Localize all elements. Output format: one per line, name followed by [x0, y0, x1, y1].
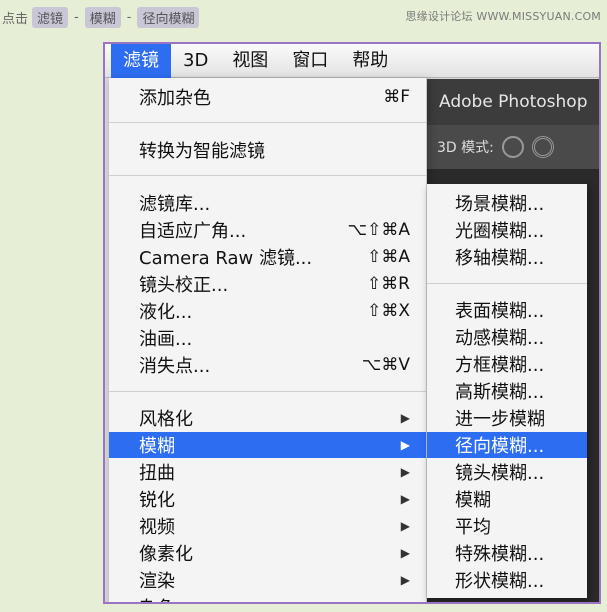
- submenu-item-tilt-shift[interactable]: 移轴模糊...: [427, 244, 587, 270]
- menu-divider: [109, 391, 426, 392]
- menu-item-distort[interactable]: 扭曲 ▶: [109, 459, 426, 485]
- instruction-separator: -: [126, 9, 132, 25]
- 3d-orbit-icon[interactable]: [501, 136, 524, 158]
- submenu-arrow-icon: ▶: [400, 411, 410, 425]
- menu-item-convert-smart-filter[interactable]: 转换为智能滤镜: [109, 137, 426, 163]
- menu-item-label: 扭曲: [139, 463, 175, 484]
- submenu-item-field-blur[interactable]: 场景模糊...: [427, 190, 587, 216]
- menu-item-vanishing-point[interactable]: 消失点... ⌥⌘V: [109, 352, 426, 378]
- instruction-step-radial-blur: 径向模糊: [137, 6, 200, 28]
- menu-item-oil-paint[interactable]: 油画...: [109, 325, 426, 351]
- menu-filter[interactable]: 滤镜: [111, 44, 171, 78]
- menu-item-label: 模糊: [139, 436, 175, 457]
- menu-help[interactable]: 帮助: [340, 44, 400, 78]
- submenu-arrow-icon: ▶: [400, 465, 410, 479]
- menu-divider: [427, 283, 587, 284]
- submenu-arrow-icon: ▶: [400, 546, 410, 560]
- menu-item-filter-gallery[interactable]: 滤镜库...: [109, 190, 426, 216]
- menu-item-label: 滤镜库...: [139, 194, 211, 215]
- submenu-arrow-icon: ▶: [400, 519, 410, 533]
- submenu-arrow-icon: ▶: [401, 600, 410, 602]
- filter-menu: 添加杂色 ⌘F 转换为智能滤镜 滤镜库... 自适应广角... ⌥⇧⌘A Cam…: [109, 78, 427, 602]
- menu-item-camera-raw[interactable]: Camera Raw 滤镜... ⇧⌘A: [109, 244, 426, 270]
- submenu-item-blur-more[interactable]: 进一步模糊: [427, 405, 587, 431]
- submenu-item-gaussian-blur[interactable]: 高斯模糊...: [427, 378, 587, 404]
- shortcut: ⇧⌘X: [367, 301, 410, 321]
- submenu-item-lens-blur[interactable]: 镜头模糊...: [427, 459, 587, 485]
- menu-item-label: 自适应广角...: [139, 221, 247, 242]
- menu-item-label: 像素化: [139, 544, 193, 565]
- options-bar: 3D 模式:: [427, 125, 599, 169]
- submenu-item-shape-blur[interactable]: 形状模糊...: [427, 567, 587, 593]
- menu-item-lens-correction[interactable]: 镜头校正... ⇧⌘R: [109, 271, 426, 297]
- menu-item-label: Camera Raw 滤镜...: [139, 248, 313, 269]
- shortcut: ⇧⌘A: [367, 247, 410, 267]
- menu-item-label: 视频: [139, 517, 175, 538]
- instruction-separator: -: [74, 9, 79, 25]
- instruction-line: 点击 滤镜 - 模糊 - 径向模糊: [2, 6, 200, 28]
- menu-item-label: 杂色: [139, 594, 175, 602]
- menu-item-label: 镜头校正...: [139, 275, 229, 296]
- submenu-item-radial-blur[interactable]: 径向模糊...: [427, 432, 587, 458]
- menu-bar: 滤镜 3D 视图 窗口 帮助: [105, 44, 599, 78]
- shortcut: ⌥⇧⌘A: [347, 220, 410, 240]
- submenu-item-motion-blur[interactable]: 动感模糊...: [427, 324, 587, 350]
- menu-window[interactable]: 窗口: [280, 44, 340, 78]
- menu-item-blur[interactable]: 模糊 ▶: [109, 432, 426, 458]
- menu-item-pixelate[interactable]: 像素化 ▶: [109, 540, 426, 566]
- submenu-item-iris-blur[interactable]: 光圈模糊...: [427, 217, 587, 243]
- menu-item-label: 锐化: [139, 490, 175, 511]
- menu-item-label: 风格化: [139, 409, 193, 430]
- submenu-arrow-icon: ▶: [400, 573, 410, 587]
- menu-item-add-noise[interactable]: 添加杂色 ⌘F: [109, 84, 426, 110]
- submenu-item-smart-blur[interactable]: 特殊模糊...: [427, 540, 587, 566]
- submenu-arrow-icon: ▶: [400, 492, 410, 506]
- menu-view[interactable]: 视图: [220, 44, 280, 78]
- submenu-item-surface-blur[interactable]: 表面模糊...: [427, 297, 587, 323]
- menu-item-liquify[interactable]: 液化... ⇧⌘X: [109, 298, 426, 324]
- watermark: 思缘设计论坛 WWW.MISSYUAN.COM: [405, 10, 601, 23]
- submenu-item-box-blur[interactable]: 方框模糊...: [427, 351, 587, 377]
- shortcut: ⇧⌘R: [366, 274, 410, 294]
- menu-3d[interactable]: 3D: [171, 44, 220, 78]
- 3d-mode-label: 3D 模式:: [437, 140, 494, 156]
- menu-item-label: 添加杂色: [139, 88, 211, 109]
- instruction-step-blur: 模糊: [84, 6, 121, 28]
- menu-item-sharpen[interactable]: 锐化 ▶: [109, 486, 426, 512]
- menu-item-label: 转换为智能滤镜: [139, 141, 265, 162]
- menu-divider: [109, 175, 426, 176]
- menu-item-video[interactable]: 视频 ▶: [109, 513, 426, 539]
- instruction-prefix: 点击: [2, 11, 29, 27]
- 3d-rotate-icon[interactable]: [531, 136, 554, 158]
- menu-item-label: 消失点...: [139, 356, 211, 377]
- menu-item-label: 液化...: [139, 302, 193, 323]
- menu-item-render[interactable]: 渲染 ▶: [109, 567, 426, 593]
- submenu-item-blur[interactable]: 模糊: [427, 486, 587, 512]
- submenu-arrow-icon: ▶: [400, 438, 410, 452]
- menu-item-label: 渲染: [139, 571, 175, 592]
- menu-item-label: 油画...: [139, 329, 193, 350]
- menu-divider: [109, 122, 426, 123]
- shortcut: ⌘F: [383, 87, 410, 107]
- blur-submenu: 场景模糊... 光圈模糊... 移轴模糊... 表面模糊... 动感模糊... …: [427, 184, 587, 598]
- submenu-item-average[interactable]: 平均: [427, 513, 587, 539]
- instruction-step-filter: 滤镜: [32, 6, 69, 28]
- menu-item-noise[interactable]: 杂色 ▶: [109, 594, 426, 602]
- menu-item-adaptive-wide-angle[interactable]: 自适应广角... ⌥⇧⌘A: [109, 217, 426, 243]
- shortcut: ⌥⌘V: [361, 355, 410, 375]
- app-title: Adobe Photoshop: [427, 79, 599, 125]
- screenshot-frame: 滤镜 3D 视图 窗口 帮助 Adobe Photoshop 3D 模式: 添加…: [103, 42, 601, 604]
- menu-item-stylize[interactable]: 风格化 ▶: [109, 405, 426, 431]
